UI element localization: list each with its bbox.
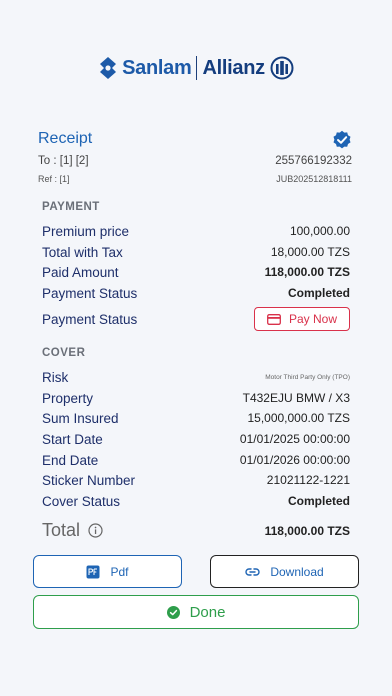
end-date-row: End Date 01/01/2026 00:00:00: [42, 450, 350, 470]
sticker-number-label: Sticker Number: [42, 472, 136, 488]
premium-price-value: 100,000.00: [289, 224, 350, 238]
cover-status-row: Cover Status Completed: [42, 491, 350, 511]
cover-status-label: Cover Status: [42, 493, 121, 509]
to-label: To: [38, 155, 51, 167]
payment-status-label-2: Payment Status: [42, 311, 138, 327]
start-date-row: Start Date 01/01/2025 00:00:00: [42, 429, 350, 449]
risk-value: Motor Third Party Only (TPO): [265, 373, 350, 381]
payment-section-title: PAYMENT: [42, 201, 100, 213]
sticker-number-row: Sticker Number 21021122-1221: [42, 470, 350, 490]
recipient-row: To : [1] [2] 255766192332: [38, 155, 352, 167]
total-label: Total: [42, 520, 81, 540]
pay-now-button[interactable]: Pay Now: [253, 307, 350, 331]
ref-value: : [1]: [54, 174, 70, 184]
payment-status-action-row: Payment Status Pay Now: [42, 307, 350, 331]
reference-row: Ref : [1] JUB202512818111: [38, 174, 352, 184]
credit-card-icon: [267, 313, 281, 325]
verified-check-icon: [333, 130, 351, 149]
brand-sanlam: Sanlam: [122, 56, 192, 79]
allianz-logo-icon: [270, 56, 294, 80]
sum-insured-label: Sum Insured: [42, 410, 119, 426]
check-circle-icon: [166, 605, 180, 619]
paid-amount-value: 118,000.00 TZS: [264, 265, 350, 279]
brand-logo: Sanlam Allianz: [0, 52, 392, 84]
property-row: Property T432EJU BMW / X3: [42, 388, 350, 408]
total-value: 118,000.00 TZS: [264, 523, 350, 538]
done-button-label: Done: [189, 603, 226, 621]
start-date-label: Start Date: [42, 431, 103, 447]
recipient-phone: 255766192332: [275, 155, 352, 167]
risk-row: Risk Motor Third Party Only (TPO): [42, 367, 350, 387]
total-row: Total 118,000.00 TZS: [42, 520, 350, 541]
premium-price-row: Premium price 100,000.00: [42, 221, 350, 241]
recipient-info: To : [1] [2]: [38, 155, 89, 167]
brand-allianz: Allianz: [202, 56, 265, 79]
pdf-button-label: Pdf: [110, 564, 129, 579]
premium-price-label: Premium price: [42, 223, 130, 239]
download-button[interactable]: Download: [210, 555, 359, 588]
start-date-value: 01/01/2025 00:00:00: [239, 432, 350, 446]
pdf-file-icon: [86, 565, 100, 578]
payment-status-row: Payment Status Completed: [42, 283, 350, 303]
payment-status-value: Completed: [287, 286, 350, 300]
receipt-title: Receipt: [38, 130, 93, 147]
end-date-value: 01/01/2026 00:00:00: [239, 453, 350, 467]
to-value: : [1] [2]: [53, 155, 89, 167]
cover-section-title: COVER: [42, 347, 86, 359]
total-label-group: Total: [42, 520, 103, 541]
total-with-tax-value: 18,000.00 TZS: [270, 245, 350, 259]
cover-status-value: Completed: [287, 494, 350, 508]
end-date-label: End Date: [42, 452, 99, 468]
reference-code: JUB202512818111: [276, 174, 352, 184]
total-with-tax-label: Total with Tax: [42, 244, 123, 260]
sum-insured-row: Sum Insured 15,000,000.00 TZS: [42, 408, 350, 428]
sum-insured-value: 15,000,000.00 TZS: [247, 411, 350, 425]
total-with-tax-row: Total with Tax 18,000.00 TZS: [42, 242, 350, 262]
brand-separator: [196, 56, 198, 80]
risk-label: Risk: [42, 369, 69, 385]
reference-info: Ref : [1]: [38, 174, 70, 184]
pdf-button[interactable]: Pdf: [33, 555, 182, 588]
paid-amount-label: Paid Amount: [42, 264, 119, 280]
property-value: T432EJU BMW / X3: [242, 391, 350, 405]
payment-status-label: Payment Status: [42, 285, 138, 301]
link-icon: [245, 567, 260, 576]
download-button-label: Download: [270, 564, 324, 579]
property-label: Property: [42, 390, 94, 406]
pay-now-label: Pay Now: [288, 312, 337, 326]
info-icon[interactable]: [88, 523, 103, 538]
ref-label: Ref: [38, 174, 53, 184]
sticker-number-value: 21021122-1221: [266, 473, 350, 487]
paid-amount-row: Paid Amount 118,000.00 TZS: [42, 262, 350, 282]
sanlam-logo-icon: [100, 57, 117, 79]
done-button[interactable]: Done: [33, 595, 359, 629]
